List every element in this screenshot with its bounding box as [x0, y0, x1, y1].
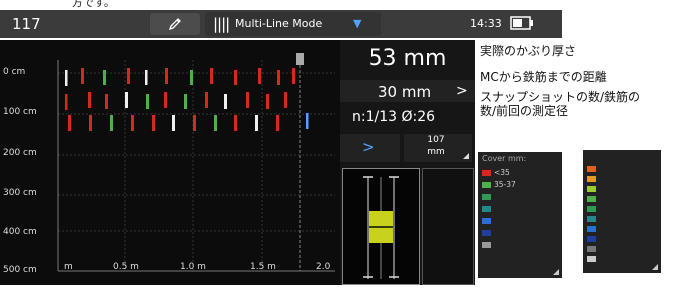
y-axis-label: 400 cm: [3, 227, 37, 237]
dropdown-corner-icon: [463, 153, 469, 159]
clock: 14:33: [470, 17, 502, 30]
snapshot-row: n:1/13 Ø:26: [340, 106, 475, 130]
cursor-marker[interactable]: [296, 53, 304, 65]
chevron-down-icon: ▼: [353, 17, 362, 30]
battery-icon: [510, 16, 533, 30]
legend-item: [587, 224, 599, 233]
gridlines: [58, 60, 335, 272]
legend-item: [587, 244, 599, 253]
legend-item: [587, 164, 599, 173]
y-axis-label: 100 cm: [3, 107, 37, 117]
annotation-distance: MCから鉄筋までの距離: [480, 70, 607, 84]
legend-item: [587, 194, 599, 203]
legend-item: [587, 254, 599, 263]
y-axis-label: 300 cm: [3, 188, 37, 198]
x-axis-label: m: [64, 262, 73, 272]
next-button[interactable]: >: [340, 134, 400, 162]
annotation-snapshot-2: 数/前回の測定径: [480, 104, 569, 118]
chevron-right-icon: >: [456, 83, 468, 99]
legend-item: [587, 184, 599, 193]
diameter-value: 107: [427, 135, 445, 145]
diameter-unit: mm: [427, 147, 445, 157]
legend-item: [587, 214, 599, 223]
rebar-crosshair: [363, 176, 399, 279]
snapshot-diameter-text: n:1/13 Ø:26: [352, 109, 436, 125]
measurement-id: 117: [12, 15, 41, 33]
legend-item: 35-37: [482, 180, 516, 189]
x-axis-label: 1.0 m: [180, 262, 206, 272]
x-axis-label: 0.5 m: [113, 262, 139, 272]
chevron-right-icon: >: [362, 138, 375, 156]
measurement-panel: 53 mm 30 mm > n:1/13 Ø:26 > 107 mm: [340, 40, 475, 285]
scan-plot[interactable]: 0 cm 100 cm 200 cm 300 cm 400 cm 500 cm: [0, 40, 340, 285]
x-axis-label: 1.5 m: [250, 262, 276, 272]
distance-value: 30 mm: [378, 83, 432, 101]
legend-item: [482, 240, 494, 249]
cover-legend: Cover mm: <35 35-37: [478, 152, 562, 278]
legend-item: [482, 216, 494, 225]
diameter-legend: [583, 150, 661, 273]
legend-corner-icon: [652, 264, 658, 270]
legend-item: [587, 174, 599, 183]
y-axis-label: 0 cm: [3, 67, 26, 77]
x-axis-label: 2.0: [316, 262, 331, 272]
legend-item: [587, 204, 599, 213]
cover-value: 53 mm: [368, 46, 447, 71]
top-text-fragment: 方です。: [72, 0, 115, 9]
annotation-snapshot-1: スナップショットの数/鉄筋の: [480, 90, 641, 104]
y-axis-label: 500 cm: [3, 265, 37, 275]
scan-plot-canvas: [57, 53, 335, 272]
top-bar: 117 |||| Multi-Line Mode ▼ 14:33: [0, 10, 562, 38]
legend-item: [482, 204, 494, 213]
cover-legend-title: Cover mm:: [482, 154, 527, 163]
multi-line-icon: ||||: [213, 15, 230, 33]
rebar-position-view: [342, 168, 420, 285]
legend-item: [482, 192, 494, 201]
mode-selector[interactable]: |||| Multi-Line Mode ▼: [205, 12, 381, 36]
legend-corner-icon: [553, 269, 559, 275]
rebar-marks: [65, 68, 309, 131]
edit-button[interactable]: [150, 13, 200, 35]
annotation-cover: 実際のかぶり厚さ: [480, 44, 577, 58]
pencil-icon: [168, 18, 181, 31]
y-axis-label: 200 cm: [3, 148, 37, 158]
legend-item: [587, 234, 599, 243]
legend-item: [482, 228, 494, 237]
distance-row[interactable]: 30 mm >: [340, 80, 475, 102]
diameter-selector[interactable]: 107 mm: [404, 134, 472, 162]
secondary-view: [422, 168, 474, 285]
mode-label: Multi-Line Mode: [235, 17, 323, 30]
legend-item: <35: [482, 168, 510, 177]
